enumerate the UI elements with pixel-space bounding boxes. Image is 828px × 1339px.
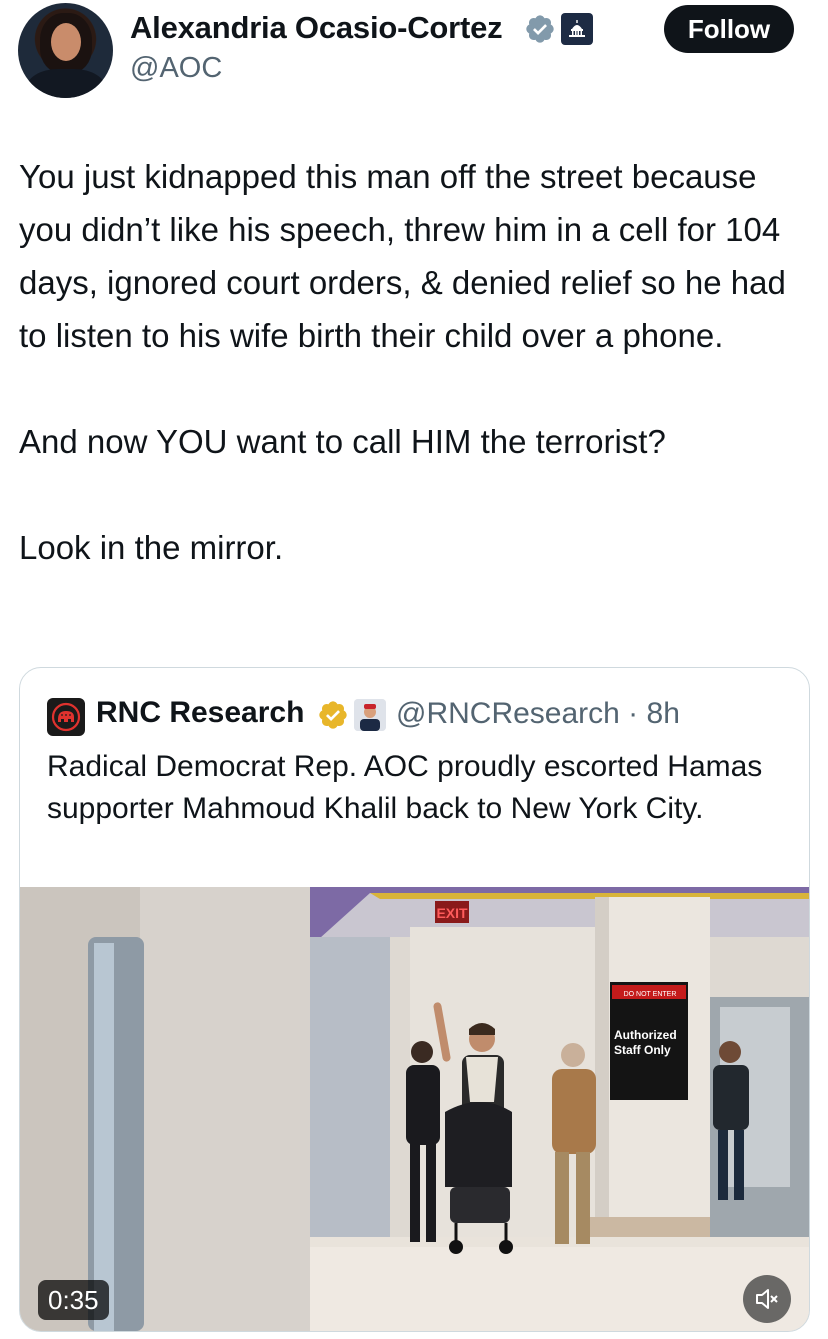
quoted-handle-time[interactable]: @RNCResearch · 8h (396, 697, 680, 731)
author-avatar[interactable] (18, 3, 113, 98)
verified-badge-gold-icon (319, 701, 347, 729)
follow-button[interactable]: Follow (664, 5, 794, 53)
authorized-sign-line2: Staff Only (614, 1043, 671, 1057)
author-display-name[interactable]: Alexandria Ocasio-Cortez (130, 10, 503, 46)
gop-elephant-icon[interactable] (47, 698, 85, 736)
tweet-paragraph: You just kidnapped this man off the stre… (19, 158, 786, 354)
do-not-enter-sign: DO NOT ENTER (624, 991, 677, 998)
capitol-dome-icon (561, 13, 593, 45)
video-frame: EXIT DO NOT ENTER Authorized Staff Only (20, 887, 809, 1331)
authorized-sign-line1: Authorized (614, 1028, 677, 1042)
tweet-paragraph: Look in the mirror. (19, 529, 284, 566)
tweet-paragraph: And now YOU want to call HIM the terrori… (19, 423, 666, 460)
quoted-display-name[interactable]: RNC Research (96, 696, 304, 730)
quoted-tweet-text: Radical Democrat Rep. AOC proudly escort… (47, 750, 763, 825)
video-player[interactable]: EXIT DO NOT ENTER Authorized Staff Only (20, 887, 809, 1331)
verified-badge-gray-icon (526, 15, 554, 43)
quoted-tweet-card[interactable]: RNC Research @RNCResearch · 8h Radical D… (19, 667, 810, 1332)
affiliate-avatar-icon (354, 699, 386, 731)
video-duration: 0:35 (38, 1280, 109, 1320)
author-handle[interactable]: @AOC (130, 52, 222, 85)
speaker-muted-icon[interactable] (743, 1275, 791, 1323)
exit-sign: EXIT (436, 905, 468, 921)
tweet-text: You just kidnapped this man off the stre… (19, 150, 809, 574)
